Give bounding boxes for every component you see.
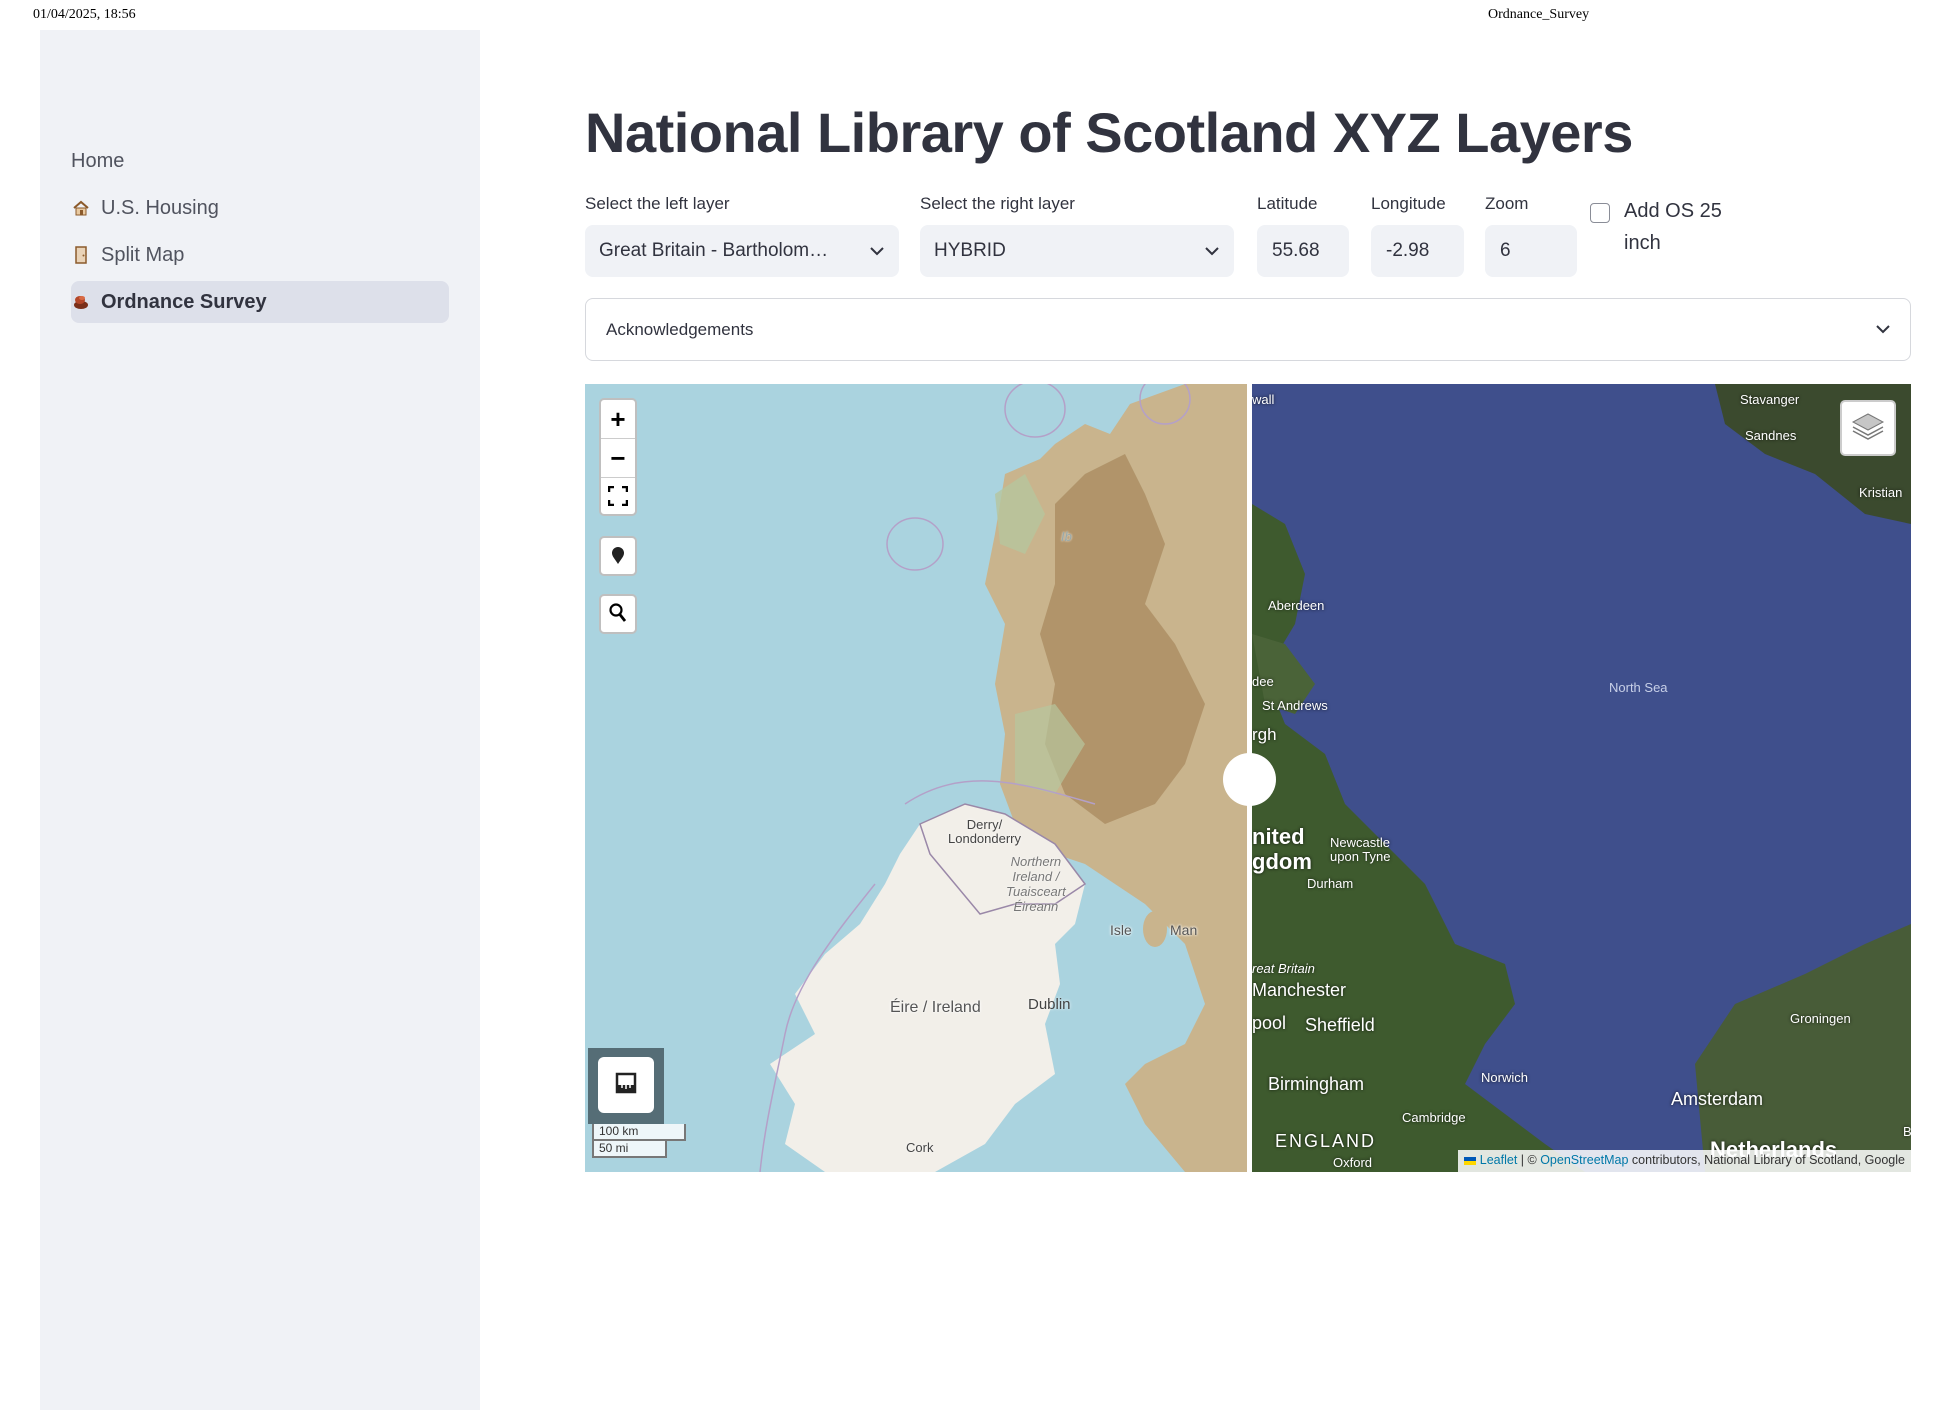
fullscreen-button[interactable] bbox=[601, 478, 635, 516]
right-layer-select[interactable]: HYBRID bbox=[920, 225, 1234, 277]
chevron-down-icon bbox=[1204, 243, 1220, 259]
map-label-gdom: gdom bbox=[1252, 849, 1312, 874]
map-label-northern-ireland: Northern Ireland / Tuaisceart Éireann bbox=[1006, 854, 1066, 914]
scale-mi: 50 mi bbox=[592, 1141, 667, 1158]
map-label-stavanger: Stavanger bbox=[1740, 392, 1800, 407]
map-label-st-andrews: St Andrews bbox=[1262, 698, 1328, 713]
page-title: National Library of Scotland XYZ Layers bbox=[585, 101, 1633, 164]
map-label-durham: Durham bbox=[1307, 876, 1354, 891]
map-label-norwich: Norwich bbox=[1481, 1070, 1528, 1085]
sidebar: Home U.S. Housing Split Map Ordnance Sur… bbox=[40, 30, 480, 1410]
acknowledgements-label: Acknowledgements bbox=[606, 319, 754, 339]
map-label-nited: nited bbox=[1252, 824, 1305, 849]
os-25-inch-checkbox[interactable] bbox=[1590, 203, 1610, 223]
sidebar-item-split-map[interactable]: Split Map bbox=[71, 234, 449, 276]
map-label-amsterdam: Amsterdam bbox=[1671, 1089, 1764, 1109]
map-label-manchester: Manchester bbox=[1252, 980, 1347, 1000]
map-label-pool: pool bbox=[1252, 1013, 1287, 1033]
zoom-out-button[interactable]: − bbox=[601, 439, 635, 478]
fullscreen-icon bbox=[607, 482, 629, 513]
os-25-inch-toggle[interactable]: Add OS 25 inch bbox=[1590, 200, 1730, 259]
door-icon bbox=[71, 245, 91, 265]
map-label-isle: Isle bbox=[1110, 922, 1132, 938]
locate-button[interactable] bbox=[601, 538, 635, 574]
map-label-england: ENGLAND bbox=[1275, 1131, 1377, 1151]
right-layer-value: HYBRID bbox=[934, 240, 1006, 261]
attribution-rest: contributors, National Library of Scotla… bbox=[1628, 1153, 1905, 1167]
map-pin-icon bbox=[611, 541, 625, 572]
layers-icon bbox=[1851, 411, 1885, 446]
map-label-sheffield: Sheffield bbox=[1305, 1015, 1375, 1035]
map-label-north-sea: North Sea bbox=[1609, 680, 1668, 695]
map-label-birmingham: Birmingham bbox=[1268, 1074, 1365, 1094]
acknowledgements-expander[interactable]: Acknowledgements bbox=[585, 298, 1911, 361]
openstreetmap-link[interactable]: OpenStreetMap bbox=[1540, 1153, 1628, 1167]
zoom-label: Zoom bbox=[1485, 194, 1529, 213]
map-label-rgh: rgh bbox=[1252, 725, 1277, 744]
longitude-input[interactable]: -2.98 bbox=[1371, 225, 1464, 277]
split-divider-handle[interactable] bbox=[1223, 753, 1276, 806]
map-label-wall: wall bbox=[1252, 392, 1275, 407]
map-label-sandnes: Sandnes bbox=[1745, 428, 1797, 443]
latitude-label: Latitude bbox=[1257, 194, 1318, 213]
zoom-input[interactable]: 6 bbox=[1485, 225, 1577, 277]
map-label-derry: Derry/ Londonderry bbox=[948, 817, 1021, 846]
sidebar-item-ordnance-survey[interactable]: Ordnance Survey bbox=[71, 281, 449, 323]
sidebar-item-label: Home bbox=[71, 149, 125, 172]
left-layer-label: Select the left layer bbox=[585, 194, 730, 213]
house-icon bbox=[71, 198, 91, 218]
os-25-inch-label: Add OS 25 inch bbox=[1624, 200, 1722, 254]
map-label-cork: Cork bbox=[906, 1140, 934, 1155]
map-label-eire: Éire / Ireland bbox=[890, 999, 981, 1016]
right-layer-label: Select the right layer bbox=[920, 194, 1075, 213]
map-label-kristian: Kristian bbox=[1859, 485, 1903, 500]
longitude-label: Longitude bbox=[1371, 194, 1446, 213]
map-label-ib: Ib bbox=[1061, 529, 1072, 544]
zoom-control: + − bbox=[599, 398, 637, 516]
print-timestamp: 01/04/2025, 18:56 bbox=[33, 7, 136, 22]
map-label-great-britain: reat Britain bbox=[1252, 961, 1315, 976]
search-icon bbox=[609, 599, 627, 630]
print-header: 01/04/2025, 18:56 Ordnance_Survey bbox=[0, 0, 1940, 30]
sidebar-item-label: Split Map bbox=[101, 243, 185, 266]
layers-button[interactable] bbox=[1840, 400, 1896, 456]
sidebar-item-home[interactable]: Home bbox=[71, 140, 449, 182]
sidebar-item-label: Ordnance Survey bbox=[101, 290, 267, 313]
print-page-title: Ordnance_Survey bbox=[1488, 7, 1590, 22]
chevron-down-icon bbox=[1876, 321, 1890, 339]
latitude-input[interactable]: 55.68 bbox=[1257, 225, 1349, 277]
ruler-icon bbox=[614, 1071, 638, 1100]
attribution-separator: | © bbox=[1517, 1153, 1541, 1167]
map-label-newcastle: Newcastle upon Tyne bbox=[1330, 835, 1391, 864]
map-label-dee: dee bbox=[1252, 674, 1274, 689]
scale-km: 100 km bbox=[592, 1124, 686, 1141]
map-label-groningen: Groningen bbox=[1790, 1011, 1851, 1026]
map-label-b: B bbox=[1903, 1124, 1911, 1139]
sidebar-item-label: U.S. Housing bbox=[101, 196, 219, 219]
map-search-button[interactable] bbox=[601, 596, 635, 632]
left-layer-select[interactable]: Great Britain - Bartholom… bbox=[585, 225, 899, 277]
map-label-man: Man bbox=[1170, 922, 1198, 938]
locate-control bbox=[599, 536, 637, 576]
search-control bbox=[599, 594, 637, 634]
map-label-oxford: Oxford bbox=[1333, 1155, 1373, 1170]
split-map[interactable]: Derry/ Londonderry Northern Ireland / Tu… bbox=[585, 384, 1911, 1172]
measure-control bbox=[588, 1048, 664, 1124]
left-layer-value: Great Britain - Bartholom… bbox=[599, 240, 829, 261]
ukraine-flag-icon bbox=[1464, 1156, 1477, 1165]
map-label-dublin: Dublin bbox=[1028, 996, 1071, 1013]
zoom-in-button[interactable]: + bbox=[601, 400, 635, 439]
map-label-cambridge: Cambridge bbox=[1402, 1110, 1466, 1125]
bricks-icon bbox=[71, 292, 91, 312]
measure-button[interactable] bbox=[598, 1057, 654, 1113]
map-attribution: Leaflet | © OpenStreetMap contributors, … bbox=[1458, 1150, 1911, 1172]
chevron-down-icon bbox=[869, 243, 885, 259]
map-label-aberdeen: Aberdeen bbox=[1268, 598, 1325, 613]
sidebar-nav: Home U.S. Housing Split Map Ordnance Sur… bbox=[71, 140, 449, 328]
sidebar-item-us-housing[interactable]: U.S. Housing bbox=[71, 187, 449, 229]
leaflet-link[interactable]: Leaflet bbox=[1480, 1153, 1518, 1167]
